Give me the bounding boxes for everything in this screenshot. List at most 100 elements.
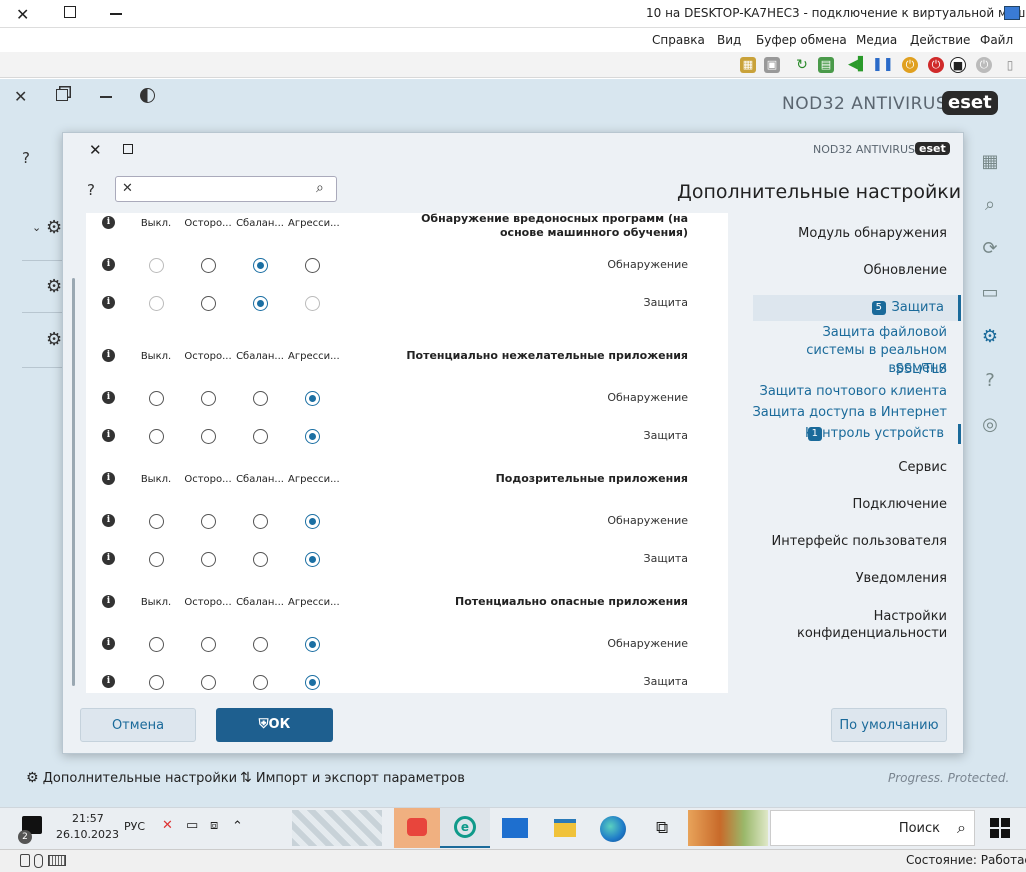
explorer-icon[interactable]	[554, 819, 576, 837]
taskbar-time[interactable]: 21:57	[72, 812, 104, 825]
nav-tools[interactable]: Сервис	[898, 460, 947, 475]
save-state-icon[interactable]: ⏻	[902, 57, 918, 73]
pause-icon[interactable]: ❚❚	[872, 57, 894, 73]
radio-option[interactable]	[149, 514, 164, 529]
radio-option[interactable]	[305, 429, 320, 444]
taskbar-lang[interactable]: РУС	[124, 820, 145, 833]
radio-option[interactable]	[149, 429, 164, 444]
radio-option[interactable]	[149, 637, 164, 652]
start-icon[interactable]	[990, 818, 1010, 838]
dashboard-icon[interactable]: ▦	[978, 150, 1002, 174]
radio-option[interactable]	[253, 637, 268, 652]
radio-option[interactable]	[149, 258, 164, 273]
close-icon[interactable]: ✕	[16, 5, 29, 24]
share-icon[interactable]: ▦	[740, 57, 756, 73]
robot-app-icon[interactable]	[394, 808, 440, 848]
minimize-icon[interactable]	[100, 96, 112, 98]
nav-device-control[interactable]: Контроль устройств 1	[763, 424, 961, 444]
radio-option[interactable]	[253, 391, 268, 406]
nav-update[interactable]: Обновление	[863, 263, 947, 278]
account-icon[interactable]: ◎	[978, 413, 1002, 437]
enhanced-session-icon[interactable]: ▣	[764, 57, 780, 73]
radio-option[interactable]	[201, 514, 216, 529]
shutdown-icon[interactable]: ⏻	[928, 57, 944, 73]
default-button[interactable]: По умолчанию	[831, 708, 947, 742]
ctrl-alt-del-icon[interactable]: ▯	[1002, 57, 1018, 73]
help-circle-icon[interactable]: ?	[978, 369, 1002, 393]
radio-option[interactable]	[305, 514, 320, 529]
start-icon[interactable]: ◀▌	[848, 57, 868, 73]
radio-option[interactable]	[149, 552, 164, 567]
menu-action[interactable]: Действие	[910, 33, 970, 47]
revert-icon[interactable]: ↻	[794, 57, 810, 73]
radio-option[interactable]	[201, 391, 216, 406]
nav-web-access[interactable]: Защита доступа в Интернет	[752, 405, 947, 420]
radio-option[interactable]	[305, 552, 320, 567]
radio-option[interactable]	[253, 675, 268, 690]
radio-option[interactable]	[201, 296, 216, 311]
radio-option[interactable]	[253, 429, 268, 444]
checkpoint-icon[interactable]: ▤	[818, 57, 834, 73]
radio-option[interactable]	[253, 296, 268, 311]
close-icon[interactable]: ✕	[14, 87, 27, 106]
taskbar-search[interactable]: ⌕ Поиск	[770, 810, 975, 846]
power-icon[interactable]: ⏻	[976, 57, 992, 73]
display-icon[interactable]: ▭	[186, 818, 198, 833]
maximize-icon[interactable]	[123, 144, 133, 154]
clear-icon[interactable]: ✕	[122, 181, 133, 196]
maximize-icon[interactable]	[64, 6, 76, 18]
search-input[interactable]	[140, 180, 310, 198]
advanced-settings-link[interactable]: ⚙ Дополнительные настройки	[26, 770, 237, 786]
nav-ssl-tls[interactable]: SSL/TLS	[895, 362, 947, 377]
network-icon[interactable]: ⧈	[210, 818, 218, 833]
nav-user-interface[interactable]: Интерфейс пользователя	[771, 534, 947, 549]
radio-option[interactable]	[253, 514, 268, 529]
edge-icon[interactable]	[600, 816, 626, 842]
restore-icon[interactable]	[56, 89, 68, 101]
settings-icon[interactable]: ⚙	[978, 325, 1002, 349]
scrollbar[interactable]	[72, 278, 75, 686]
gear-icon[interactable]: ⚙	[46, 276, 62, 297]
radio-option[interactable]	[201, 637, 216, 652]
menu-view[interactable]: Вид	[717, 33, 741, 47]
radio-option[interactable]	[149, 391, 164, 406]
menu-clipboard[interactable]: Буфер обмена	[756, 33, 847, 47]
radio-option[interactable]	[305, 258, 320, 273]
radio-option[interactable]	[305, 296, 320, 311]
radio-option[interactable]	[253, 258, 268, 273]
radio-option[interactable]	[201, 552, 216, 567]
radio-option[interactable]	[149, 675, 164, 690]
nav-privacy[interactable]: Настройки конфиденциальности	[797, 608, 947, 642]
import-export-link[interactable]: ⇅ Импорт и экспорт параметров	[240, 770, 465, 786]
radio-option[interactable]	[305, 675, 320, 690]
cancel-button[interactable]: Отмена	[80, 708, 196, 742]
chevron-down-icon[interactable]: ⌄	[32, 221, 41, 234]
menu-file[interactable]: Файл	[980, 33, 1013, 47]
theme-icon[interactable]	[140, 88, 155, 103]
taskbar-date[interactable]: 26.10.2023	[56, 828, 119, 841]
nav-detection-engine[interactable]: Модуль обнаружения	[798, 226, 947, 241]
turn-off-icon[interactable]: ■	[950, 57, 966, 73]
chevron-up-icon[interactable]: ⌃	[232, 819, 243, 834]
mail-icon[interactable]	[502, 818, 528, 838]
radio-option[interactable]	[201, 429, 216, 444]
gear-icon[interactable]: ⚙	[46, 217, 62, 238]
radio-option[interactable]	[253, 552, 268, 567]
search-icon[interactable]: ⌕	[978, 193, 1002, 217]
task-view-icon[interactable]: ⧉	[656, 818, 668, 838]
help-icon[interactable]: ?	[87, 181, 95, 199]
radio-option[interactable]	[201, 675, 216, 690]
minimize-icon[interactable]	[110, 13, 122, 15]
nav-notifications[interactable]: Уведомления	[856, 571, 947, 586]
gear-icon[interactable]: ⚙	[46, 329, 62, 350]
help-icon[interactable]: ?	[22, 149, 30, 167]
menu-media[interactable]: Медиа	[856, 33, 897, 47]
nav-protections[interactable]: Защита 5	[753, 295, 961, 321]
ok-button[interactable]: ⛨ОК	[216, 708, 333, 742]
radio-option[interactable]	[305, 637, 320, 652]
radio-option[interactable]	[149, 296, 164, 311]
nav-email-protection[interactable]: Защита почтового клиента	[759, 384, 947, 399]
nav-connection[interactable]: Подключение	[853, 497, 947, 512]
update-icon[interactable]: ⟳	[978, 237, 1002, 261]
radio-option[interactable]	[201, 258, 216, 273]
